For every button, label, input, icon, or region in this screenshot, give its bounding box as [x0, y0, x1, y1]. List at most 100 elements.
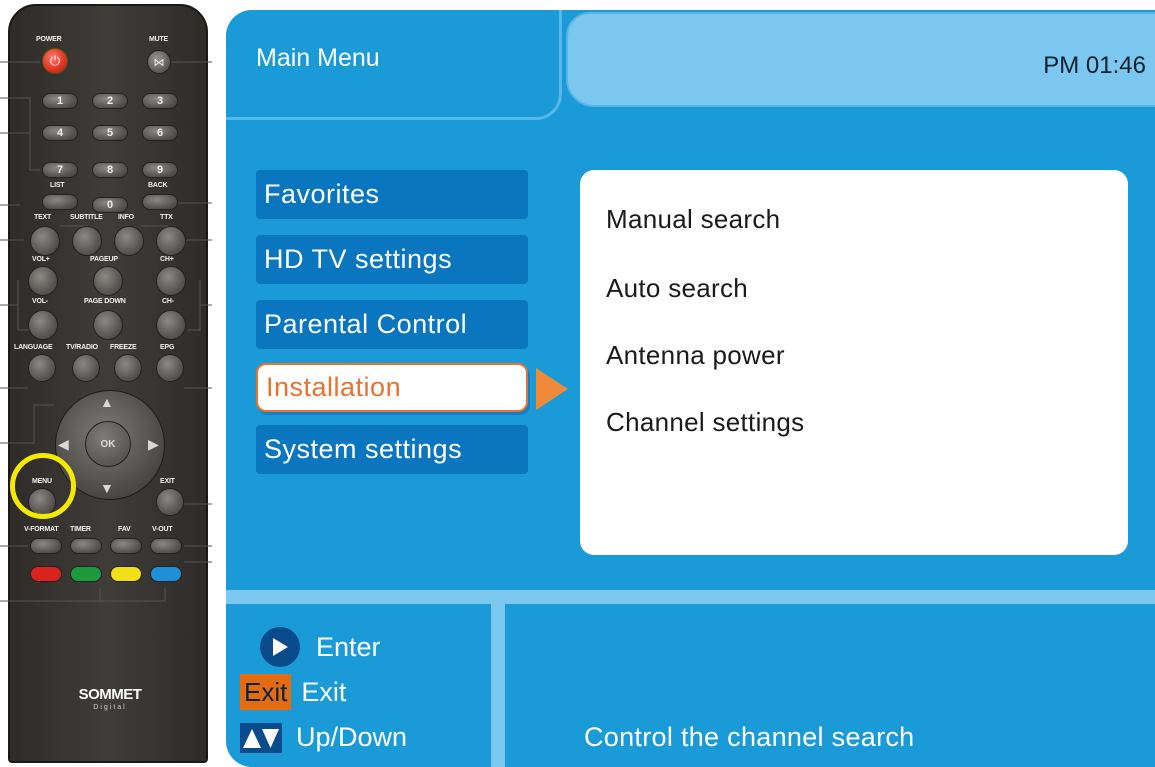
legend-updown-label: Up/Down	[296, 722, 408, 752]
menu-button[interactable]	[28, 488, 56, 516]
vout-button[interactable]	[150, 538, 182, 554]
digit-9-button[interactable]: 9	[142, 162, 178, 178]
mute-icon: ⋈	[153, 56, 165, 69]
blue-button[interactable]	[150, 566, 182, 582]
timer-button[interactable]	[70, 538, 102, 554]
page-title: Main Menu	[256, 44, 380, 72]
bottom-vertical-divider	[491, 604, 505, 767]
power-icon: ⏻	[49, 53, 61, 68]
ok-button[interactable]: OK	[85, 421, 131, 467]
legend-enter: Enter	[260, 627, 381, 667]
selection-arrow-icon	[536, 368, 568, 410]
green-button[interactable]	[70, 566, 102, 582]
freeze-button[interactable]	[114, 354, 142, 382]
pageup-label: PAGEUP	[90, 256, 118, 263]
digit-6-button[interactable]: 6	[142, 125, 178, 141]
list-button[interactable]	[42, 194, 78, 210]
legend-exit: Exit Exit	[240, 674, 346, 710]
chdown-label: CH-	[162, 298, 174, 305]
digit-1-button[interactable]: 1	[42, 93, 78, 109]
mute-label: MUTE	[149, 36, 169, 43]
red-button[interactable]	[30, 566, 62, 582]
voldown-label: VOL-	[32, 298, 48, 305]
back-label: BACK	[148, 182, 168, 189]
freeze-label: FREEZE	[110, 344, 137, 351]
pageup-button[interactable]	[93, 266, 123, 296]
chup-label: CH+	[160, 256, 174, 263]
submenu-item-channel-settings[interactable]: Channel settings	[606, 407, 804, 438]
timer-label: TIMER	[70, 526, 91, 533]
back-button[interactable]	[142, 194, 178, 210]
right-arrow-icon[interactable]: ▶	[148, 436, 159, 453]
brand-subtitle: Digital	[93, 704, 127, 711]
menu-item-hd-tv-settings[interactable]: HD TV settings	[256, 235, 528, 284]
up-down-icon	[240, 722, 282, 753]
volup-label: VOL+	[32, 256, 50, 263]
language-button[interactable]	[28, 354, 56, 382]
clock-panel: PM 01:46	[566, 12, 1155, 107]
pagedown-label: PAGE DOWN	[84, 298, 126, 305]
text-button[interactable]	[30, 226, 60, 256]
digit-3-button[interactable]: 3	[142, 93, 178, 109]
subtitle-label: SUBTITLE	[70, 214, 103, 221]
vout-label: V-OUT	[152, 526, 173, 533]
volup-button[interactable]	[28, 266, 58, 296]
bottom-divider	[226, 590, 1155, 604]
ttx-button[interactable]	[156, 226, 186, 256]
tvradio-label: TV/RADIO	[66, 344, 98, 351]
epg-label: EPG	[160, 344, 175, 351]
list-label: LIST	[50, 182, 65, 189]
digit-2-button[interactable]: 2	[92, 93, 128, 109]
legend-exit-label: Exit	[301, 676, 347, 707]
info-label: INFO	[118, 214, 134, 221]
yellow-button[interactable]	[110, 566, 142, 582]
exit-badge-icon: Exit	[240, 674, 292, 710]
chup-button[interactable]	[156, 266, 186, 296]
submenu-item-auto-search[interactable]: Auto search	[606, 273, 748, 304]
tv-menu-screen: Main Menu PM 01:46 Favorites HD TV setti…	[226, 10, 1155, 767]
info-button[interactable]	[114, 226, 144, 256]
submenu-item-manual-search[interactable]: Manual search	[606, 204, 780, 235]
menu-item-system-settings[interactable]: System settings	[256, 425, 528, 474]
pagedown-button[interactable]	[93, 310, 123, 340]
enter-icon	[260, 627, 300, 667]
vformat-button[interactable]	[30, 538, 62, 554]
menu-label: MENU	[32, 478, 52, 485]
vformat-label: V-FORMAT	[24, 526, 59, 533]
legend-enter-label: Enter	[316, 631, 381, 662]
digit-5-button[interactable]: 5	[92, 125, 128, 141]
mute-button[interactable]: ⋈	[147, 50, 171, 74]
menu-item-installation[interactable]: Installation	[256, 363, 528, 412]
legend-updown: Up/Down	[240, 722, 407, 753]
brand-logo: SOMMET	[78, 686, 142, 703]
language-label: LANGUAGE	[14, 344, 53, 351]
title-panel: Main Menu	[226, 10, 562, 120]
menu-item-favorites[interactable]: Favorites	[256, 170, 528, 219]
digit-8-button[interactable]: 8	[92, 162, 128, 178]
exit-button[interactable]	[156, 488, 184, 516]
help-text: Control the channel search	[584, 722, 915, 752]
subtitle-button[interactable]	[72, 226, 102, 256]
text-label: TEXT	[34, 214, 52, 221]
down-arrow-icon[interactable]: ▼	[100, 480, 114, 496]
tvradio-button[interactable]	[72, 354, 100, 382]
exit-label: EXIT	[160, 478, 175, 485]
up-arrow-icon[interactable]: ▲	[100, 394, 114, 410]
chdown-button[interactable]	[156, 310, 186, 340]
remote-control	[8, 4, 208, 763]
digit-0-button[interactable]: 0	[92, 197, 128, 213]
digit-7-button[interactable]: 7	[42, 162, 78, 178]
epg-button[interactable]	[156, 354, 184, 382]
submenu-panel: Manual search Auto search Antenna power …	[580, 170, 1128, 555]
fav-label: FAV	[118, 526, 131, 533]
menu-item-parental-control[interactable]: Parental Control	[256, 300, 528, 349]
left-arrow-icon[interactable]: ◀	[58, 436, 69, 453]
power-label: POWER	[36, 36, 62, 43]
power-button[interactable]: ⏻	[42, 48, 68, 74]
ttx-label: TTX	[160, 214, 173, 221]
fav-button[interactable]	[110, 538, 142, 554]
voldown-button[interactable]	[28, 310, 58, 340]
clock-display: PM 01:46	[1043, 52, 1146, 79]
submenu-item-antenna-power[interactable]: Antenna power	[606, 340, 785, 371]
digit-4-button[interactable]: 4	[42, 125, 78, 141]
